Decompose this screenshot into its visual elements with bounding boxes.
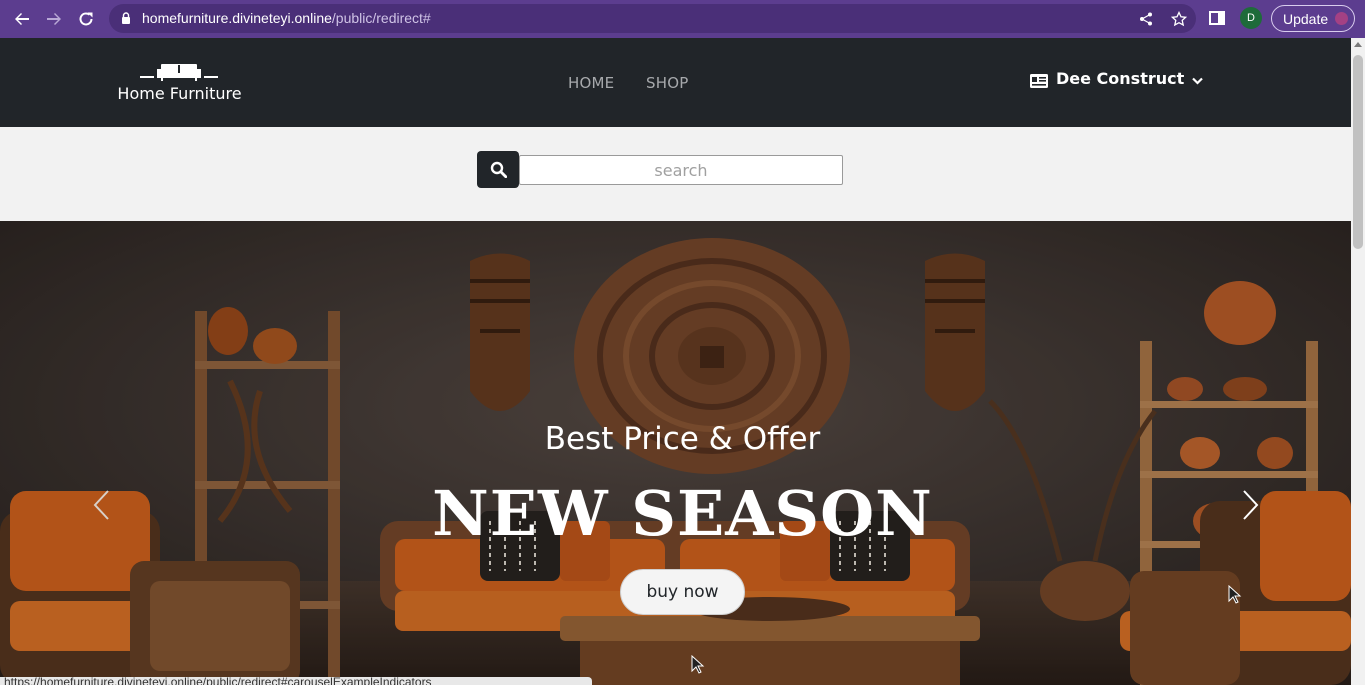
status-url: https://homefurniture.divineteyi.online/…	[4, 677, 432, 685]
star-icon[interactable]	[1170, 10, 1188, 28]
account-name: Dee Construct	[1056, 68, 1185, 88]
share-icon[interactable]	[1137, 10, 1155, 28]
hero-title: NEW SEASON	[432, 477, 933, 550]
site-header: Home Furniture HOME SHOP Dee Construct	[0, 38, 1351, 127]
id-card-icon	[1030, 74, 1048, 88]
url-text: homefurniture.divineteyi.online/public/r…	[142, 10, 431, 26]
hero-subtitle: Best Price & Offer	[544, 421, 821, 457]
logo[interactable]: Home Furniture	[117, 62, 242, 106]
mouse-cursor	[1228, 585, 1242, 604]
chevron-left-icon[interactable]	[92, 489, 112, 521]
scroll-thumb[interactable]	[1353, 55, 1363, 249]
search-icon	[490, 161, 507, 178]
logo-text: Home Furniture	[117, 84, 242, 103]
forward-icon[interactable]	[38, 3, 70, 35]
nav-home[interactable]: HOME	[568, 74, 614, 92]
search-button[interactable]	[477, 151, 519, 188]
scroll-up-arrow[interactable]	[1354, 42, 1362, 47]
back-icon[interactable]	[6, 3, 38, 35]
search-section	[0, 127, 1351, 221]
chevron-down-icon	[1192, 77, 1204, 85]
page-scrollbar[interactable]	[1351, 38, 1365, 685]
reload-icon[interactable]	[70, 3, 102, 35]
mouse-cursor-secondary	[691, 655, 705, 674]
account-dropdown[interactable]: Dee Construct	[1030, 68, 1204, 88]
address-bar[interactable]: homefurniture.divineteyi.online/public/r…	[109, 4, 1196, 33]
chevron-right-icon[interactable]	[1240, 489, 1260, 521]
update-indicator	[1335, 12, 1348, 25]
profile-avatar[interactable]: D	[1240, 7, 1262, 29]
buy-now-button[interactable]: buy now	[620, 569, 745, 615]
lock-icon	[122, 12, 130, 24]
nav-shop[interactable]: SHOP	[646, 74, 688, 92]
update-button[interactable]: Update	[1271, 5, 1355, 32]
hero-carousel: Best Price & Offer NEW SEASON buy now	[0, 221, 1351, 685]
sofa-logo-icon	[140, 64, 218, 81]
side-panel-icon[interactable]	[1208, 9, 1226, 27]
update-label: Update	[1283, 10, 1329, 27]
browser-toolbar: homefurniture.divineteyi.online/public/r…	[0, 0, 1365, 38]
search-input[interactable]	[519, 155, 843, 185]
link-status-bar: https://homefurniture.divineteyi.online/…	[0, 677, 592, 685]
